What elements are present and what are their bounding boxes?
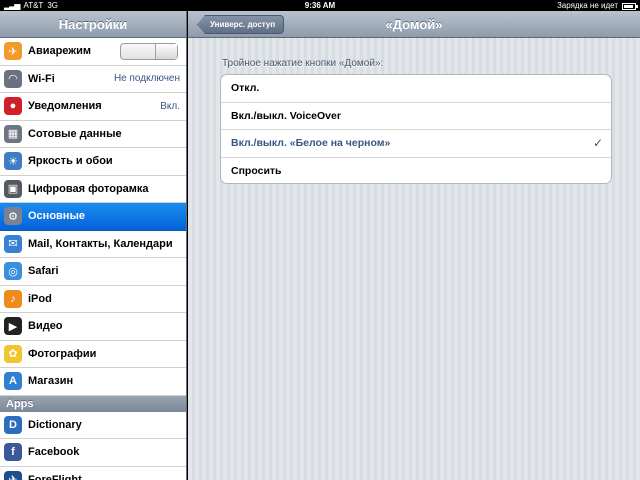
sidebar-item-label: Facebook: [28, 446, 80, 459]
sidebar-item-label: Dictionary: [28, 418, 82, 431]
sidebar-item-label: Mail, Контакты, Календари: [28, 237, 173, 250]
sidebar-item-video[interactable]: ▶ Видео: [0, 313, 186, 341]
photo-frame-icon: ▣: [4, 179, 22, 198]
sidebar-item-dictionary[interactable]: D Dictionary: [0, 411, 186, 439]
sidebar-item-mail[interactable]: ✉ Mail, Контакты, Календари: [0, 230, 186, 258]
sidebar-item-foreflight[interactable]: ✈ ForeFlight: [0, 466, 186, 480]
group-title: Тройное нажатие кнопки «Домой»:: [222, 58, 384, 69]
sidebar-item-cellular[interactable]: ▦ Сотовые данные: [0, 120, 186, 148]
sidebar-item-label: Цифровая фоторамка: [28, 182, 149, 195]
sidebar-item-label: Фотографии: [28, 347, 97, 360]
sidebar-item-label: Яркость и обои: [28, 155, 113, 168]
store-icon: A: [4, 372, 22, 391]
foreflight-icon: ✈: [4, 470, 22, 480]
settings-master-pane: Настройки ✈ Авиарежим ◠ Wi-Fi Не подключен ● У…: [0, 11, 187, 480]
option-label: Спросить: [231, 165, 282, 178]
apps-list: D Dictionary f Facebook ✈ ForeFlight: [0, 411, 186, 480]
cellular-icon: ▦: [4, 124, 22, 143]
detail-pane: Универс. доступ «Домой» Тройное нажатие …: [188, 11, 640, 480]
option-label: Вкл./выкл. VoiceOver: [231, 109, 341, 122]
ipod-icon: ♪: [4, 289, 22, 308]
sidebar-item-value: Не подключен: [113, 73, 180, 85]
sidebar-item-label: Уведомления: [28, 100, 102, 113]
sidebar-item-wifi[interactable]: ◠ Wi-Fi Не подключен: [0, 65, 186, 93]
video-icon: ▶: [4, 317, 22, 336]
option-row[interactable]: Вкл./выкл. «Белое на черном» ✓: [221, 130, 611, 158]
sidebar-item-gear[interactable]: ⚙ Основные: [0, 203, 186, 231]
master-nav-title: Настройки: [0, 11, 186, 38]
sidebar-item-label: Магазин: [28, 375, 74, 388]
safari-icon: ◎: [4, 262, 22, 281]
sidebar-item-ipod[interactable]: ♪ iPod: [0, 285, 186, 313]
sidebar-item-photos[interactable]: ✿ Фотографии: [0, 340, 186, 368]
option-row[interactable]: Откл.: [221, 75, 611, 103]
sidebar-item-facebook[interactable]: f Facebook: [0, 439, 186, 467]
sidebar-item-notifications[interactable]: ● Уведомления Вкл.: [0, 93, 186, 121]
sidebar-item-brightness[interactable]: ☀ Яркость и обои: [0, 148, 186, 176]
photos-icon: ✿: [4, 344, 22, 363]
dictionary-icon: D: [4, 415, 22, 434]
checkmark-icon: ✓: [592, 136, 603, 150]
sidebar-item-value: Вкл.: [160, 100, 180, 112]
facebook-icon: f: [4, 443, 22, 462]
brightness-icon: ☀: [4, 152, 22, 171]
status-bar: ▂▃▅ AT&T 3G 9:36 AM Зарядка не идет: [0, 0, 640, 11]
sidebar-item-label: Wi-Fi: [28, 72, 55, 85]
sidebar-item-label: Видео: [28, 320, 63, 333]
airplane-mode-toggle[interactable]: [120, 42, 178, 60]
sidebar-item-label: Основные: [28, 210, 85, 223]
detail-nav-title: «Домой»: [385, 17, 443, 32]
triple-click-options-group: Откл. Вкл./выкл. VoiceOver Вкл./выкл. «Бел…: [220, 74, 612, 184]
wifi-icon: ◠: [4, 69, 22, 88]
battery-status-text: Зарядка не идет: [556, 1, 618, 10]
detail-navbar: Универс. доступ «Домой»: [188, 11, 640, 38]
apps-section-header: Apps: [0, 395, 186, 412]
sidebar-item-photo-frame[interactable]: ▣ Цифровая фоторамка: [0, 175, 186, 203]
sidebar-item-label: Сотовые данные: [28, 127, 122, 140]
mail-icon: ✉: [4, 234, 22, 253]
battery-icon: [622, 3, 638, 10]
sidebar-item-safari[interactable]: ◎ Safari: [0, 258, 186, 286]
status-time: 9:36 AM: [304, 1, 336, 10]
option-row[interactable]: Спросить: [221, 158, 611, 184]
sidebar-item-store[interactable]: A Магазин: [0, 368, 186, 396]
option-row[interactable]: Вкл./выкл. VoiceOver: [221, 103, 611, 130]
option-label: Вкл./выкл. «Белое на черном»: [231, 137, 391, 150]
sidebar-item-label: iPod: [28, 292, 52, 305]
option-label: Откл.: [231, 82, 260, 95]
sidebar-item-label: ForeFlight: [28, 473, 82, 480]
notifications-icon: ●: [4, 97, 22, 116]
sidebar-item-airplane[interactable]: ✈ Авиарежим: [0, 38, 186, 66]
gear-icon: ⚙: [4, 207, 22, 226]
settings-list: ✈ Авиарежим ◠ Wi-Fi Не подключен ● Уведомления…: [0, 38, 186, 396]
sidebar-item-label: Safari: [28, 265, 59, 278]
sidebar-item-label: Авиарежим: [28, 45, 91, 58]
airplane-icon: ✈: [4, 42, 22, 61]
